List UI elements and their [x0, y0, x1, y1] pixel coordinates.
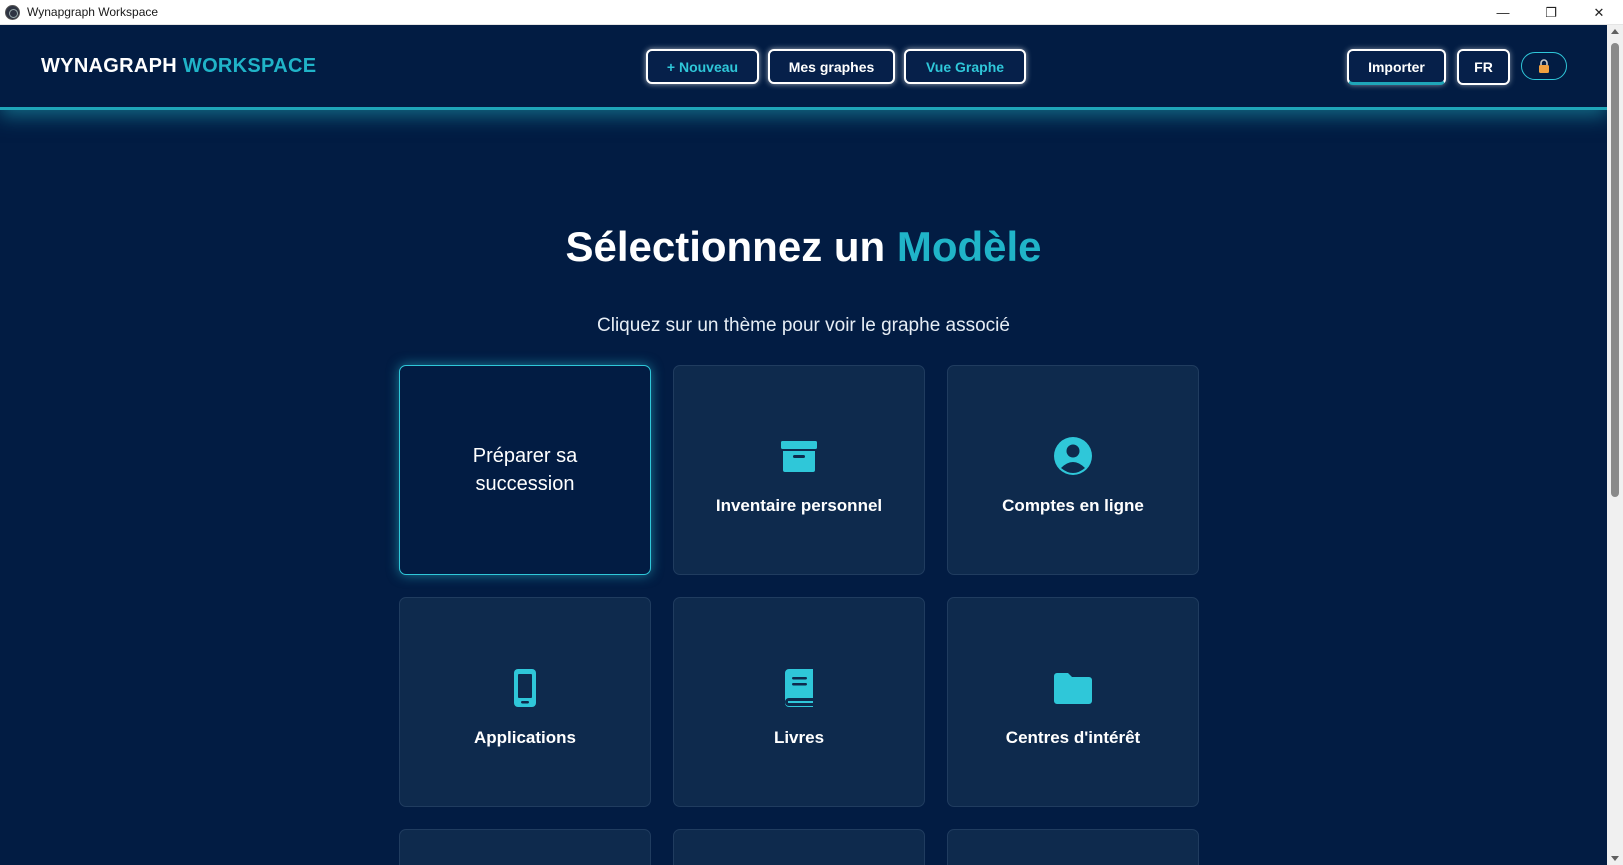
scroll-up-arrow-icon[interactable]: [1611, 29, 1619, 34]
template-card-label: Préparer sa succession: [472, 445, 578, 495]
restore-button[interactable]: ❐: [1527, 0, 1575, 25]
lock-button[interactable]: [1521, 52, 1567, 80]
template-card-label: Inventaire personnel: [715, 496, 883, 515]
user-circle-icon: [1054, 437, 1092, 475]
template-card-inventory[interactable]: Inventaire personnel: [673, 365, 925, 575]
folder-icon: [1054, 673, 1092, 704]
book-icon: [785, 669, 813, 707]
lock-icon: [1539, 59, 1549, 73]
brand-logo[interactable]: WYNAGRAPH WORKSPACE: [41, 55, 316, 78]
page-title-main: Sélectionnez un: [565, 223, 886, 270]
close-button[interactable]: ✕: [1575, 0, 1623, 25]
page-subtitle: Cliquez sur un thème pour voir le graphe…: [597, 315, 1010, 336]
app-logo-icon: [5, 4, 20, 20]
window-controls: — ❐ ✕: [1479, 0, 1623, 25]
language-button[interactable]: FR: [1457, 49, 1510, 85]
template-card-label: Livres: [773, 728, 825, 747]
vertical-scrollbar[interactable]: [1607, 25, 1623, 865]
brand-main: WYNAGRAPH: [41, 55, 178, 77]
template-card-label: Centres d'intérêt: [1005, 728, 1141, 747]
new-button[interactable]: + Nouveau: [646, 49, 759, 84]
window-title: Wynapgraph Workspace: [27, 5, 159, 19]
page-title-accent: Modèle: [896, 223, 1042, 270]
import-button[interactable]: Importer: [1347, 49, 1446, 85]
template-card-partial[interactable]: [947, 829, 1199, 865]
template-card-interests[interactable]: Centres d'intérêt: [947, 597, 1199, 807]
app-content: WYNAGRAPH WORKSPACE + Nouveau Mes graphe…: [0, 25, 1607, 865]
archive-box-icon: [781, 441, 817, 472]
page-title: Sélectionnez un Modèle: [0, 223, 1607, 271]
brand-accent: WORKSPACE: [182, 55, 317, 77]
scroll-thumb[interactable]: [1611, 43, 1619, 497]
my-graphs-button[interactable]: Mes graphes: [768, 49, 895, 84]
template-card-label: Applications: [473, 728, 576, 747]
template-card-accounts[interactable]: Comptes en ligne: [947, 365, 1199, 575]
template-card-partial[interactable]: [673, 829, 925, 865]
window-titlebar: Wynapgraph Workspace — ❐ ✕: [0, 0, 1623, 25]
smartphone-icon: [514, 669, 536, 707]
app-header: WYNAGRAPH WORKSPACE + Nouveau Mes graphe…: [0, 25, 1607, 110]
template-card-succession[interactable]: Préparer sa succession: [399, 365, 651, 575]
template-card-books[interactable]: Livres: [673, 597, 925, 807]
template-card-applications[interactable]: Applications: [399, 597, 651, 807]
template-card-partial[interactable]: [399, 829, 651, 865]
main-nav: + Nouveau Mes graphes Vue Graphe: [646, 49, 1026, 84]
graph-view-button[interactable]: Vue Graphe: [904, 49, 1026, 84]
template-card-label: Comptes en ligne: [1002, 496, 1144, 515]
template-grid: Préparer sa succession Inventaire person…: [399, 365, 1203, 865]
scroll-down-arrow-icon[interactable]: [1611, 856, 1619, 861]
minimize-button[interactable]: —: [1479, 0, 1527, 25]
